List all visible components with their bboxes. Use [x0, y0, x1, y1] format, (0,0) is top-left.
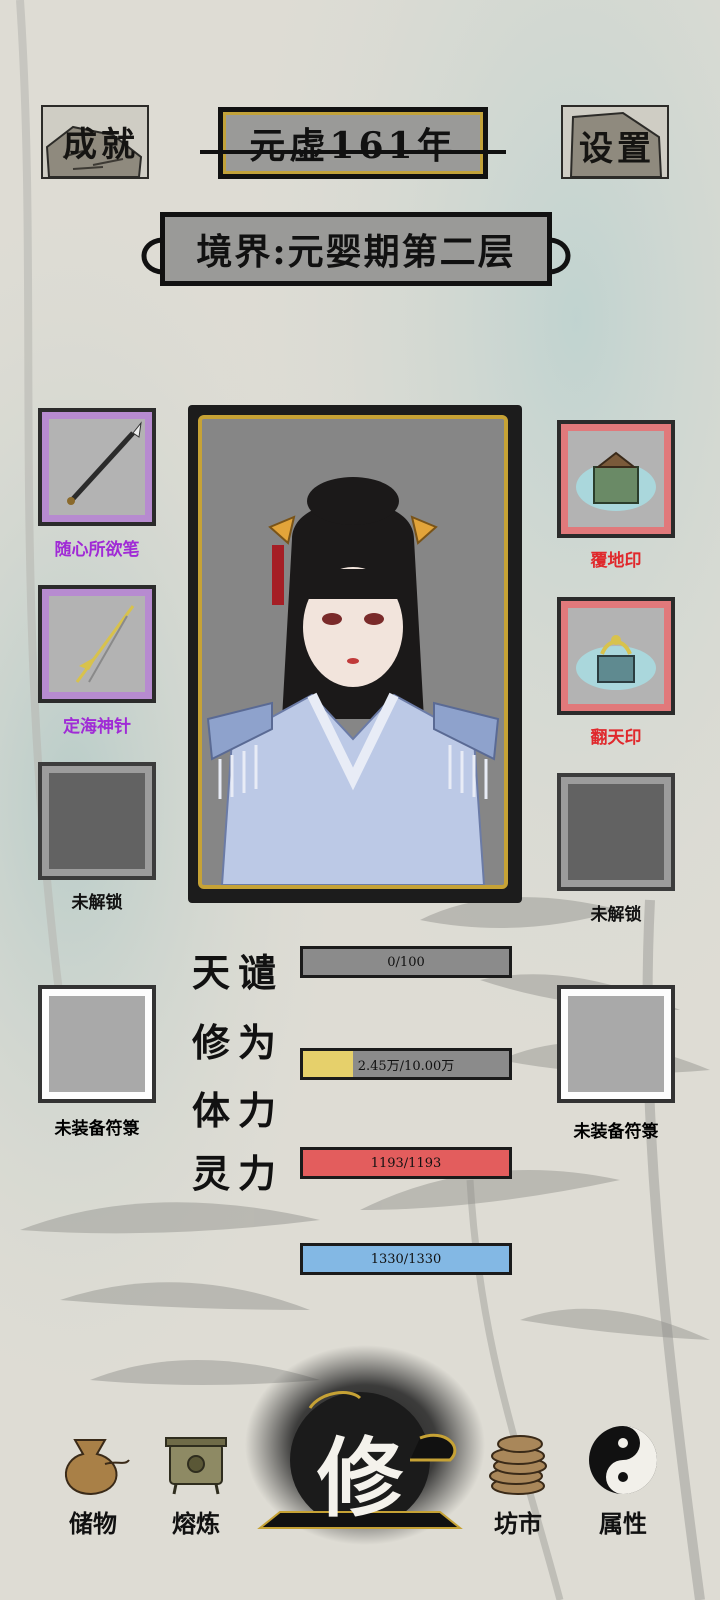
lock-placeholder-icon — [568, 784, 664, 880]
nav-attributes-label: 属性 — [599, 1509, 647, 1538]
talisman-slot-left-label: 未装备符箓 — [54, 1119, 140, 1139]
brush-icon — [67, 421, 142, 505]
year-banner-rod — [200, 150, 506, 154]
nav-storage[interactable]: 储物 — [45, 1420, 141, 1539]
weapon-slot-1[interactable] — [38, 408, 156, 526]
realm-banner: 境界:元婴期第二层 — [160, 212, 552, 286]
stat-value-cultivation: 2.45万/10.00万 — [357, 1058, 455, 1074]
talisman-slot-left[interactable] — [38, 985, 156, 1103]
heaven-seal-icon — [576, 635, 656, 690]
settings-button[interactable]: 设置 — [561, 105, 669, 179]
stat-bar-mana: 1330/1330 — [300, 1243, 512, 1275]
stat-bar-stamina: 1193/1193 — [300, 1147, 512, 1179]
needle-icon — [75, 605, 135, 683]
nav-refine[interactable]: 熔炼 — [148, 1420, 244, 1539]
seal-slot-2-label: 翻天印 — [590, 728, 642, 748]
scroll-end-left-icon — [141, 237, 163, 275]
locked-slot-left[interactable] — [38, 762, 156, 880]
coins-icon — [489, 1435, 547, 1495]
empty-talisman-icon — [568, 996, 664, 1092]
stat-name-cultivation: 修为 — [192, 1020, 285, 1065]
year-banner: 元虚161年 — [218, 107, 488, 179]
seal-slot-1-label: 覆地印 — [590, 551, 642, 571]
character-portrait[interactable] — [198, 415, 508, 889]
nav-market-label: 坊市 — [494, 1509, 542, 1538]
seal-slot-2[interactable] — [557, 597, 675, 715]
nav-cultivate-button[interactable]: 修 — [250, 1388, 470, 1538]
locked-slot-right[interactable] — [557, 773, 675, 891]
scroll-end-right-icon — [549, 237, 571, 275]
realm-text: 境界:元婴期第二层 — [196, 231, 516, 273]
lock-placeholder-icon — [49, 773, 145, 869]
achievements-label: 成就 — [63, 125, 139, 165]
locked-slot-right-label: 未解锁 — [590, 905, 642, 925]
locked-slot-left-label: 未解锁 — [71, 893, 123, 913]
cauldron-icon — [165, 1437, 227, 1495]
stat-value-mana: 1330/1330 — [370, 1251, 442, 1267]
weapon-slot-2[interactable] — [38, 585, 156, 703]
nav-storage-label: 储物 — [69, 1509, 117, 1538]
talisman-slot-right-label: 未装备符箓 — [573, 1122, 659, 1142]
empty-talisman-icon — [49, 996, 145, 1092]
character-figure-icon — [206, 477, 500, 885]
achievements-button[interactable]: 成就 — [41, 105, 149, 179]
stat-name-mana: 灵力 — [192, 1151, 285, 1196]
earth-seal-icon — [576, 451, 656, 511]
stat-name-stamina: 体力 — [192, 1088, 285, 1133]
yin-yang-icon — [589, 1426, 657, 1494]
character-portrait-frame — [188, 405, 522, 903]
stat-name-karma: 天谴 — [192, 950, 285, 995]
talisman-slot-right[interactable] — [557, 985, 675, 1103]
nav-refine-label: 熔炼 — [172, 1509, 220, 1538]
nav-market[interactable]: 坊市 — [470, 1420, 566, 1539]
weapon-slot-2-label: 定海神针 — [63, 717, 131, 737]
weapon-slot-1-label: 随心所欲笔 — [54, 540, 140, 560]
stat-value-karma: 0/100 — [387, 954, 425, 970]
nav-attributes[interactable]: 属性 — [575, 1420, 671, 1539]
year-text: 元虚161年 — [249, 125, 457, 167]
settings-label: 设置 — [579, 129, 655, 169]
seal-slot-1[interactable] — [557, 420, 675, 538]
stat-bar-cultivation: 2.45万/10.00万 — [300, 1048, 512, 1080]
stat-bar-karma: 0/100 — [300, 946, 512, 978]
nav-cultivate-label: 修 — [317, 1428, 403, 1529]
pouch-icon — [65, 1439, 130, 1496]
stat-value-stamina: 1193/1193 — [370, 1155, 442, 1171]
